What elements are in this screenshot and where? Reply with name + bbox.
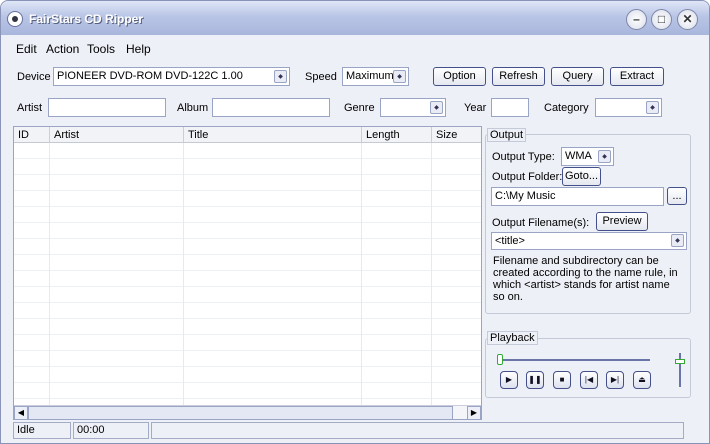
extract-button[interactable]: Extract [610, 67, 664, 86]
eject-icon[interactable]: ⏏ [633, 371, 651, 389]
column-size[interactable]: Size [432, 127, 481, 143]
menu-help[interactable]: Help [126, 42, 151, 56]
output-type-value: WMA [565, 150, 592, 162]
playback-group [485, 338, 691, 398]
menu-action[interactable]: Action [46, 42, 79, 56]
device-select[interactable]: PIONEER DVD-ROM DVD-122C 1.00 ◆ [53, 67, 290, 86]
year-label: Year [464, 102, 487, 114]
filename-help-text: Filename and subdirectory can be created… [493, 255, 678, 303]
menu-edit[interactable]: Edit [16, 42, 37, 56]
next-icon[interactable]: ▶| [606, 371, 624, 389]
playback-group-label: Playback [487, 331, 538, 345]
chevron-down-icon[interactable]: ◆ [430, 101, 443, 114]
window-title: FairStars CD Ripper [29, 12, 144, 26]
chevron-down-icon[interactable]: ◆ [598, 150, 611, 163]
seek-slider[interactable] [500, 359, 650, 361]
main-window: FairStars CD Ripper – □ ✕ Edit Action To… [0, 0, 710, 444]
help-line: so on. [493, 291, 523, 303]
chevron-down-icon[interactable]: ◆ [393, 70, 406, 83]
browse-button[interactable]: ... [667, 187, 687, 205]
column-title[interactable]: Title [184, 127, 362, 143]
maximize-button[interactable]: □ [651, 9, 672, 30]
track-table[interactable]: ID Artist Title Length Size ◀ ▶ [13, 126, 482, 420]
genre-select[interactable]: ◆ [380, 98, 446, 117]
genre-label: Genre [344, 102, 375, 114]
speed-select[interactable]: Maximum ◆ [342, 67, 409, 86]
output-group-label: Output [487, 128, 527, 142]
output-folder-label: Output Folder: [492, 171, 563, 183]
artist-label: Artist [17, 102, 43, 114]
category-select[interactable]: ◆ [595, 98, 662, 117]
app-icon[interactable] [7, 11, 23, 27]
help-line: Filename and subdirectory can be [493, 255, 659, 267]
horizontal-scrollbar[interactable]: ◀ ▶ [14, 405, 481, 419]
output-filename-value: <title> [495, 235, 525, 247]
album-input[interactable] [212, 98, 330, 117]
device-value: PIONEER DVD-ROM DVD-122C 1.00 [57, 70, 243, 82]
artist-input[interactable] [48, 98, 166, 117]
speed-value: Maximum [346, 70, 394, 82]
play-icon[interactable]: ▶ [500, 371, 518, 389]
pause-icon[interactable]: ❚❚ [526, 371, 544, 389]
seek-thumb[interactable] [497, 354, 503, 365]
column-id[interactable]: ID [14, 127, 50, 143]
scroll-left-icon[interactable]: ◀ [14, 406, 28, 419]
status-time: 00:00 [73, 422, 149, 439]
table-body[interactable] [14, 143, 481, 405]
year-input[interactable] [491, 98, 529, 117]
category-label: Category [544, 102, 589, 114]
chevron-down-icon[interactable]: ◆ [646, 101, 659, 114]
help-line: which <artist> stands for artist name [493, 279, 670, 291]
volume-thumb[interactable] [675, 359, 685, 364]
option-button[interactable]: Option [433, 67, 486, 86]
close-button[interactable]: ✕ [677, 9, 698, 30]
previous-icon[interactable]: |◀ [580, 371, 598, 389]
refresh-button[interactable]: Refresh [492, 67, 545, 86]
scroll-thumb[interactable] [28, 406, 453, 419]
album-label: Album [177, 102, 209, 114]
output-folder-input[interactable]: C:\My Music [491, 187, 664, 206]
speed-label: Speed [305, 71, 337, 83]
query-button[interactable]: Query [551, 67, 604, 86]
column-length[interactable]: Length [362, 127, 432, 143]
help-line: created according to the name rule, in [493, 267, 678, 279]
column-artist[interactable]: Artist [50, 127, 184, 143]
output-type-select[interactable]: WMA ◆ [561, 147, 614, 166]
minimize-button[interactable]: – [626, 9, 647, 30]
preview-button[interactable]: Preview [596, 212, 648, 231]
device-label: Device [17, 71, 51, 83]
output-filename-select[interactable]: <title> ◆ [491, 232, 687, 250]
goto-button[interactable]: Goto... [562, 167, 601, 186]
chevron-down-icon[interactable]: ◆ [671, 234, 684, 247]
status-state: Idle [13, 422, 71, 439]
title-bar[interactable]: FairStars CD Ripper – □ ✕ [1, 1, 709, 35]
output-filename-label: Output Filename(s): [492, 217, 590, 229]
status-info [151, 422, 684, 439]
menu-tools[interactable]: Tools [87, 42, 115, 56]
output-type-label: Output Type: [492, 151, 555, 163]
scroll-right-icon[interactable]: ▶ [467, 406, 481, 419]
stop-icon[interactable]: ■ [553, 371, 571, 389]
chevron-down-icon[interactable]: ◆ [274, 70, 287, 83]
